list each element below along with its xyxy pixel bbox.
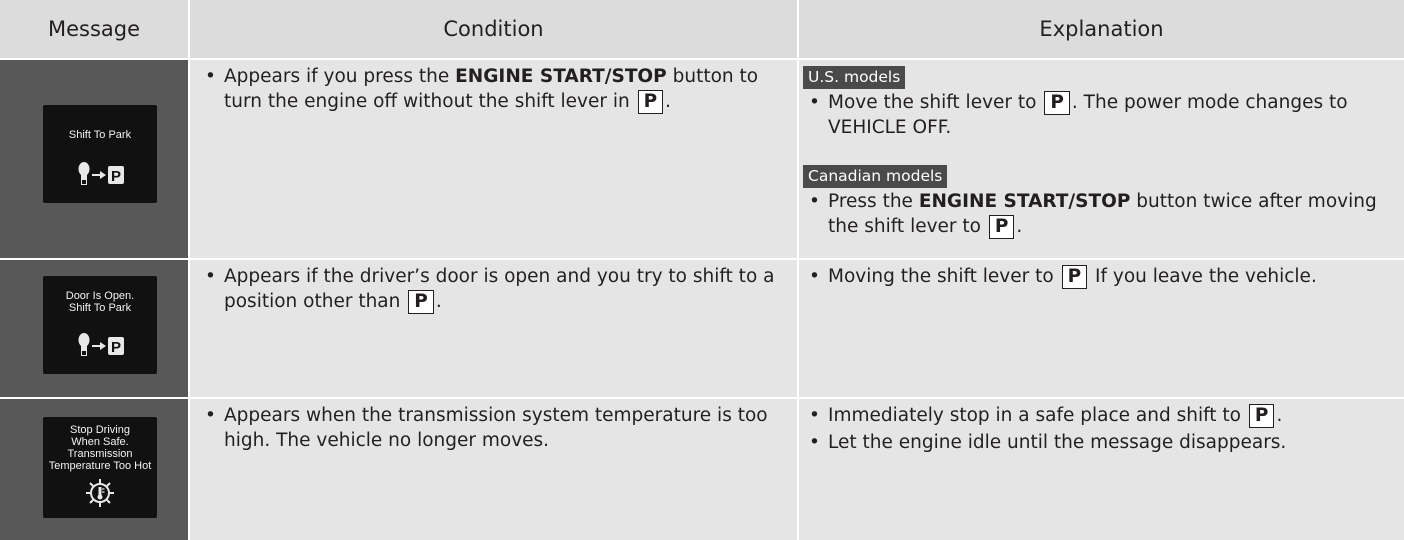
condition-bullet: • Appears when the transmission system t…: [205, 405, 768, 451]
table-row: Door Is Open. Shift To Park P • Appears …: [0, 260, 1404, 397]
screen-text: When Safe.: [71, 436, 129, 448]
header-explanation: Explanation: [799, 0, 1404, 58]
screen-text: Stop Driving: [70, 424, 130, 436]
message-cell: Shift To Park P: [0, 60, 188, 258]
explanation-bullet: • Immediately stop in a safe place and s…: [809, 404, 1283, 428]
park-position-symbol: P: [408, 289, 434, 314]
park-position-symbol: P: [637, 89, 664, 114]
transmission-temperature-icon: [86, 479, 114, 507]
condition-cell: • Appears when the transmission system t…: [190, 399, 797, 540]
display-message-screen: Door Is Open. Shift To Park P: [43, 276, 157, 374]
condition-cell: • Appears if the driver’s door is open a…: [190, 260, 797, 397]
park-position-symbol: P: [1061, 265, 1088, 289]
shift-to-park-icon: P: [78, 333, 124, 356]
screen-text: Shift To Park: [68, 302, 132, 314]
message-cell: Door Is Open. Shift To Park P: [0, 260, 188, 397]
shift-to-park-icon: P: [78, 162, 124, 185]
explanation-cell: • Immediately stop in a safe place and s…: [799, 399, 1404, 540]
header-message: Message: [0, 0, 188, 58]
explanation-cell: • Moving the shift lever to P If you lea…: [799, 260, 1404, 397]
condition-bullet: • Appears if the driver’s door is open a…: [205, 266, 775, 314]
explanation-bullet: • Moving the shift lever to P If you lea…: [809, 265, 1317, 289]
canadian-models-tag: Canadian models: [803, 165, 948, 188]
explanation-bullet: • Move the shift lever to P. The power m…: [809, 91, 1348, 138]
explanation-bullet: • Press the ENGINE START/STOP button twi…: [809, 191, 1377, 239]
condition-bullet: • Appears if you press the ENGINE START/…: [205, 66, 759, 114]
svg-text:P: P: [111, 339, 121, 356]
screen-text: Door Is Open.: [65, 290, 135, 302]
svg-text:P: P: [111, 168, 121, 185]
screen-text: Temperature Too Hot: [48, 460, 152, 472]
table-row: Shift To Park P • Appears if you press t…: [0, 60, 1404, 258]
screen-text: Transmission: [67, 448, 133, 460]
screen-text: Shift To Park: [68, 129, 132, 141]
condition-cell: • Appears if you press the ENGINE START/…: [190, 60, 797, 258]
display-message-screen: Stop Driving When Safe. Transmission Tem…: [43, 417, 157, 518]
display-message-screen: Shift To Park P: [43, 105, 157, 203]
park-position-symbol: P: [1248, 404, 1275, 428]
park-position-symbol: P: [988, 214, 1015, 239]
table-row: Stop Driving When Safe. Transmission Tem…: [0, 399, 1404, 540]
us-models-tag: U.S. models: [803, 66, 906, 89]
message-cell: Stop Driving When Safe. Transmission Tem…: [0, 399, 188, 540]
park-position-symbol: P: [1044, 91, 1070, 115]
explanation-cell: U.S. models • Move the shift lever to P.…: [799, 60, 1404, 258]
explanation-bullet: • Let the engine idle until the message …: [809, 432, 1287, 453]
header-condition: Condition: [190, 0, 797, 58]
